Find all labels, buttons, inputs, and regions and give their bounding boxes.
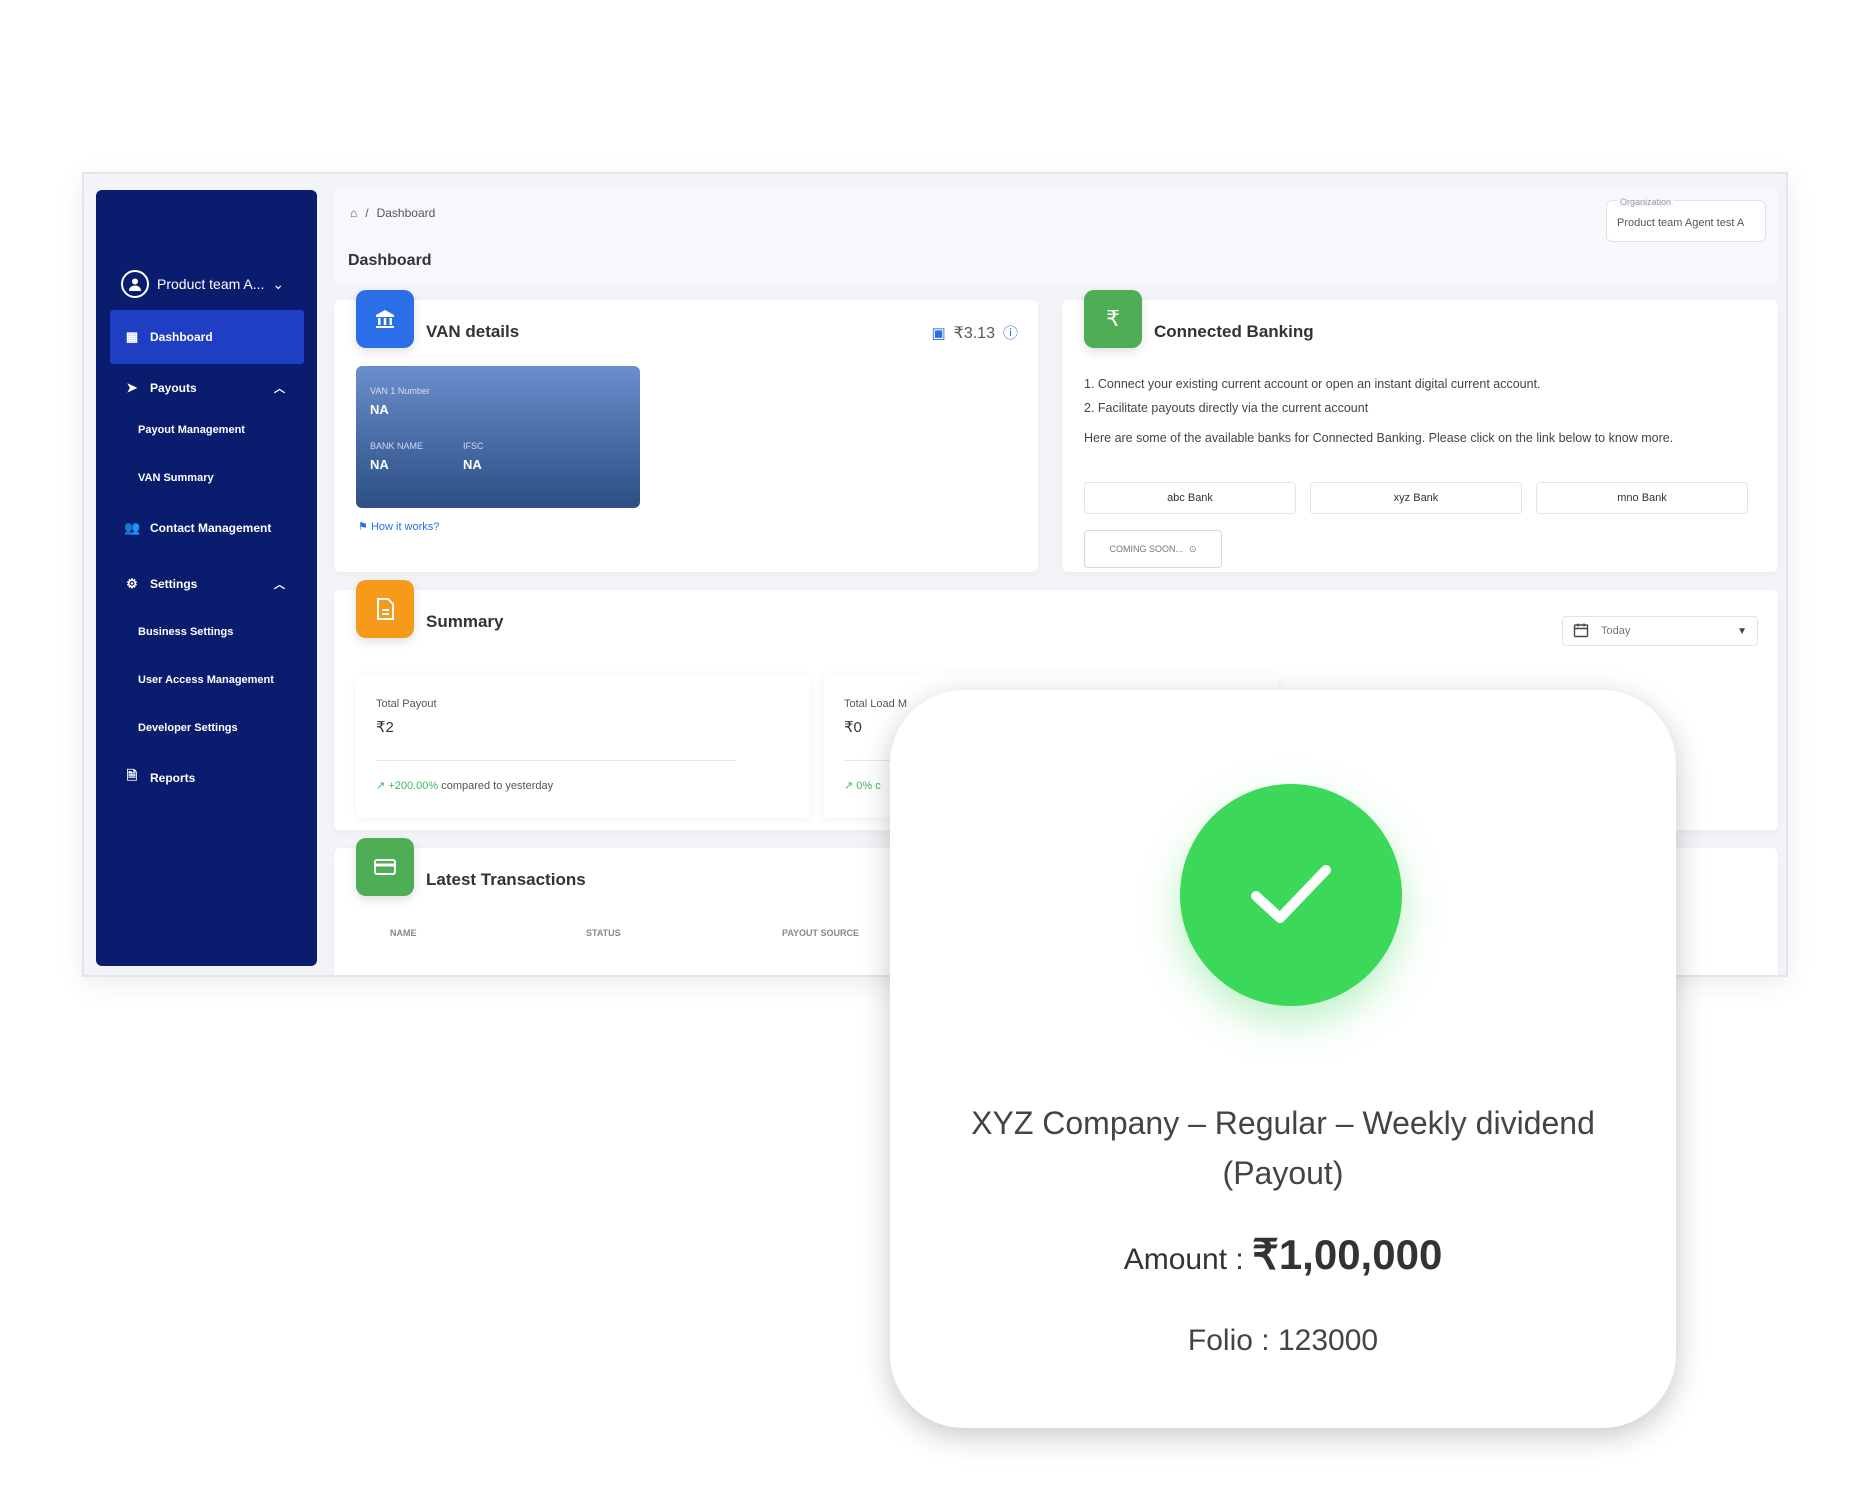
- page-header: ⌂ / Dashboard Dashboard Organization Pro…: [334, 188, 1778, 284]
- van-balance-value: ₹3.13: [953, 324, 995, 342]
- check-icon: [1180, 784, 1402, 1006]
- banking-line-1: 1. Connect your existing current account…: [1084, 377, 1541, 391]
- total-payout-label: Total Payout: [376, 698, 437, 710]
- van-balance: ▣ ₹3.13 ⓘ: [931, 322, 1018, 343]
- home-icon[interactable]: ⌂: [350, 206, 357, 220]
- sidebar-item-label: Contact Management: [150, 521, 272, 535]
- caret-down-icon: ▼: [1737, 625, 1747, 637]
- arrow-circle-icon: ⊙: [1188, 543, 1197, 554]
- van-details-title: VAN details: [426, 322, 520, 341]
- organization-value: Product team Agent test A: [1617, 217, 1745, 229]
- page-title: Dashboard: [348, 252, 432, 269]
- how-it-works-link[interactable]: ⚑ How it works?: [358, 520, 439, 533]
- total-payout-trend: ↗ +200.00% compared to yesterday: [376, 780, 554, 792]
- chevron-up-icon: ︿: [274, 383, 285, 395]
- folio-label: Folio :: [1187, 1324, 1278, 1357]
- contacts-icon: 👥: [124, 520, 141, 535]
- amount-label: Amount :: [1123, 1243, 1253, 1276]
- breadcrumb: ⌂ / Dashboard: [350, 206, 435, 220]
- document-icon: 🗎: [126, 768, 138, 783]
- banking-line-3: Here are some of the available banks for…: [1084, 431, 1674, 445]
- sidebar-item-developer-settings[interactable]: Developer Settings: [96, 708, 317, 748]
- banking-line-2: 2. Facilitate payouts directly via the c…: [1084, 401, 1369, 415]
- sidebar-item-label: Settings: [150, 577, 198, 591]
- sidebar-item-label: VAN Summary: [138, 472, 214, 484]
- van-account-card: VAN 1 Number NA BANK NAME NA IFSC NA: [356, 366, 640, 508]
- user-name: Product team A...: [157, 276, 265, 292]
- bank-options: abc Bank xyz Bank mno Bank: [1084, 482, 1748, 514]
- wallet-icon: ▣: [931, 324, 946, 342]
- rupee-icon: ₹: [1084, 290, 1142, 348]
- sidebar-item-label: User Access Management: [138, 674, 274, 686]
- sidebar-item-user-access-management[interactable]: User Access Management: [96, 660, 317, 700]
- total-payout-value: ₹2: [376, 719, 394, 736]
- sidebar-item-label: Business Settings: [138, 626, 234, 638]
- van-number-value: NA: [370, 402, 389, 417]
- sidebar-item-payouts[interactable]: ➤ Payouts ︿: [96, 364, 317, 412]
- stat-divider: [376, 760, 736, 761]
- date-filter-value: Today: [1601, 625, 1631, 637]
- send-icon: ➤: [126, 380, 138, 395]
- coming-soon-button[interactable]: COMING SOON... ⊙: [1084, 530, 1222, 568]
- sidebar-item-label: Dashboard: [150, 330, 213, 344]
- amount-value: ₹1,00,000: [1252, 1231, 1443, 1278]
- ifsc-label: IFSC: [463, 441, 484, 451]
- van-number-label: VAN 1 Number: [370, 386, 430, 396]
- sidebar-item-label: Payouts: [150, 381, 197, 395]
- column-header-name[interactable]: NAME: [390, 928, 586, 938]
- folio-value: 123000: [1277, 1324, 1379, 1357]
- document-icon: [356, 580, 414, 638]
- trend-up-icon: ↗: [376, 780, 386, 792]
- connected-banking-card: ₹ Connected Banking 1. Connect your exis…: [1062, 290, 1778, 572]
- ifsc-value: NA: [463, 457, 482, 472]
- sidebar: Product team A... ⌄ ▦ Dashboard ➤ Payout…: [96, 190, 317, 966]
- calendar-icon: [1573, 622, 1589, 641]
- sidebar-item-label: Developer Settings: [138, 722, 238, 734]
- van-details-card: VAN details ▣ ₹3.13 ⓘ VAN 1 Number NA BA…: [334, 290, 1038, 572]
- breadcrumb-separator: /: [365, 206, 369, 220]
- latest-transactions-title: Latest Transactions: [426, 870, 586, 889]
- summary-title: Summary: [426, 612, 504, 631]
- payout-title: XYZ Company – Regular – Weekly dividend …: [971, 1105, 1595, 1191]
- user-avatar-icon: [121, 270, 149, 298]
- bank-button-xyz[interactable]: xyz Bank: [1310, 482, 1522, 514]
- connected-banking-title: Connected Banking: [1154, 322, 1314, 341]
- payout-success-card: XYZ Company – Regular – Weekly dividend …: [890, 690, 1676, 1428]
- flag-icon: ⚑: [358, 521, 368, 533]
- payout-amount: Amount : ₹1,00,000: [890, 1230, 1676, 1279]
- organization-select[interactable]: Organization Product team Agent test A: [1606, 197, 1766, 242]
- bank-icon: [356, 290, 414, 348]
- credit-card-icon: [356, 838, 414, 896]
- sidebar-item-dashboard[interactable]: ▦ Dashboard: [110, 310, 304, 364]
- bank-button-mno[interactable]: mno Bank: [1536, 482, 1748, 514]
- connected-banking-description: 1. Connect your existing current account…: [1084, 372, 1754, 450]
- sidebar-item-business-settings[interactable]: Business Settings: [96, 612, 317, 652]
- sidebar-item-settings[interactable]: ⚙ Settings ︿: [96, 560, 317, 608]
- bank-name-label: BANK NAME: [370, 441, 424, 451]
- sidebar-item-contact-management[interactable]: 👥 Contact Management: [96, 504, 317, 552]
- user-menu[interactable]: Product team A... ⌄: [121, 270, 284, 298]
- column-header-status[interactable]: STATUS: [586, 928, 782, 938]
- chevron-down-icon: ⌄: [272, 275, 285, 292]
- dashboard-icon: ▦: [125, 329, 139, 344]
- payout-folio: Folio : 123000: [890, 1324, 1676, 1358]
- trend-up-icon: ↗: [844, 780, 854, 792]
- sidebar-item-reports[interactable]: 🗎 Reports: [96, 754, 317, 802]
- gear-icon: ⚙: [126, 576, 138, 591]
- bank-button-abc[interactable]: abc Bank: [1084, 482, 1296, 514]
- sidebar-item-label: Reports: [150, 771, 196, 785]
- organization-label: Organization: [1617, 197, 1675, 207]
- chevron-up-icon: ︿: [274, 579, 285, 591]
- total-payout-stat: Total Payout ₹2 ↗ +200.00% compared to y…: [356, 674, 810, 818]
- sidebar-item-label: Payout Management: [138, 424, 245, 436]
- info-icon[interactable]: ⓘ: [1003, 322, 1018, 343]
- breadcrumb-current: Dashboard: [376, 206, 436, 220]
- date-filter-select[interactable]: Today ▼: [1562, 616, 1758, 646]
- sidebar-item-payout-management[interactable]: Payout Management: [96, 410, 317, 450]
- bank-name-value: NA: [370, 457, 389, 472]
- sidebar-item-van-summary[interactable]: VAN Summary: [96, 458, 317, 498]
